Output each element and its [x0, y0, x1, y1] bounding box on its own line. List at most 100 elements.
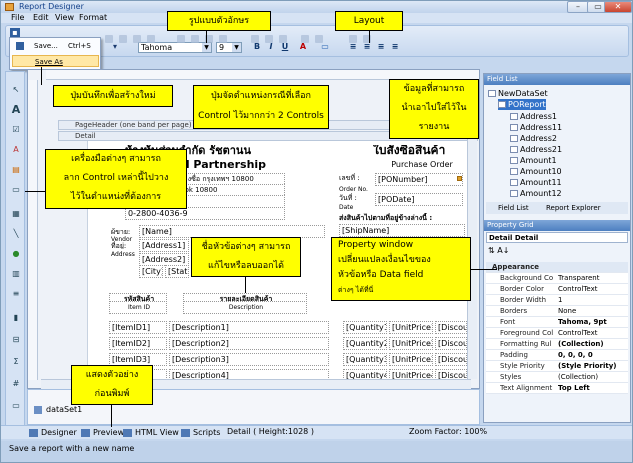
po-date-field[interactable]: [PODate] — [375, 193, 463, 206]
checkbox-tool-icon[interactable]: ☑ — [10, 124, 22, 136]
toolbar-dropdown-arrow[interactable]: ▾ — [110, 42, 120, 52]
sort-icons[interactable]: ⇅ A↓ — [488, 246, 509, 255]
layout-spacing-icon[interactable] — [191, 35, 199, 43]
tab-field-list[interactable]: Field List — [498, 202, 529, 214]
subreport-tool-icon[interactable]: Σ — [10, 356, 22, 368]
table-row-desc[interactable]: [Description3] — [169, 353, 329, 366]
table-row-disc[interactable]: [Discou — [435, 353, 467, 366]
layout-align-icon[interactable] — [147, 35, 155, 43]
layout-align-icon[interactable] — [119, 35, 127, 43]
property-row[interactable]: Foreground Col ControlText — [486, 328, 628, 339]
property-row[interactable]: Background Co Transparent — [486, 273, 628, 284]
menu-item-save[interactable]: Save... Ctrl+S — [12, 40, 99, 52]
richtext-tool-icon[interactable]: A — [10, 144, 22, 156]
property-row[interactable]: Font Tahoma, 9pt — [486, 317, 628, 328]
menu-view[interactable]: View — [55, 13, 74, 22]
panel-tool-icon[interactable]: ▭ — [10, 184, 22, 196]
crossband-tool-icon[interactable]: ▭ — [10, 400, 22, 412]
layout-order-icon[interactable] — [349, 35, 357, 43]
po-number-label[interactable]: เลขที่ : — [337, 173, 373, 184]
tree-item-field[interactable]: Amount10 — [510, 166, 562, 177]
tab-report-explorer[interactable]: Report Explorer — [546, 202, 601, 214]
ship-name-field[interactable]: [ShipName] — [339, 224, 465, 237]
property-row[interactable]: Border Color ControlText — [486, 284, 628, 295]
tab-html-view[interactable]: HTML View — [123, 427, 179, 439]
underline-button[interactable]: U — [280, 42, 290, 52]
layout-size-icon[interactable] — [265, 35, 273, 43]
table-row-disc[interactable]: [Discou — [435, 337, 467, 350]
tree-item-field[interactable]: Amount12 — [510, 188, 562, 199]
layout-align-icon[interactable] — [105, 35, 113, 43]
col-item-id-en[interactable]: Item ID — [109, 301, 167, 314]
layout-size-icon[interactable] — [251, 35, 259, 43]
property-row[interactable]: Text Alignment Top Left — [486, 383, 628, 394]
table-row-desc[interactable]: [Description1] — [169, 321, 329, 334]
vendor-address1-field[interactable]: [Address1] — [139, 239, 189, 252]
line-tool-icon[interactable]: ╲ — [10, 228, 22, 240]
label-tool-icon[interactable]: A — [10, 104, 22, 116]
tab-scripts[interactable]: Scripts — [181, 427, 220, 439]
dataset-label[interactable]: dataSet1 — [46, 405, 82, 414]
tree-item-field[interactable]: Address2 — [510, 133, 557, 144]
align-justify-icon[interactable]: ≡ — [390, 42, 400, 52]
border-color-icon[interactable]: ▭ — [320, 42, 330, 52]
table-row-qty[interactable]: [Quantity2] — [343, 337, 387, 350]
vendor-city-field[interactable]: [City] — [139, 265, 163, 278]
vendor-state-field[interactable]: [Stat — [165, 265, 189, 278]
tree-item-field[interactable]: Amount1 — [510, 155, 557, 166]
property-group[interactable]: Appearance — [486, 262, 628, 273]
ship-to-label[interactable]: ส่งสินค้าไปตามที่อยู่ข้างล่างนี้ : — [337, 213, 471, 224]
table-row-item[interactable]: [ItemID1] — [109, 321, 167, 334]
field-tag-icon[interactable] — [457, 176, 462, 181]
layout-align-icon[interactable] — [133, 35, 141, 43]
layout-order-icon[interactable] — [301, 35, 309, 43]
tab-preview[interactable]: Preview — [81, 427, 124, 439]
font-color-icon[interactable]: A — [298, 42, 308, 52]
shape-tool-icon[interactable]: ● — [10, 248, 22, 260]
menu-item-save-as[interactable]: Save As — [12, 55, 99, 67]
tree-item-field[interactable]: Address11 — [510, 122, 562, 133]
tab-designer[interactable]: Designer — [29, 427, 77, 439]
table-row-qty[interactable]: [Quantity1] — [343, 321, 387, 334]
italic-button[interactable]: I — [266, 42, 276, 52]
menu-format[interactable]: Format — [79, 13, 107, 22]
font-name-select[interactable]: Tahoma ▼ — [138, 42, 212, 53]
table-row-price[interactable]: [UnitPrice1] — [389, 321, 433, 334]
barcode-tool-icon[interactable]: ▥ — [10, 268, 22, 280]
menu-file[interactable]: File — [11, 13, 24, 22]
doc-title-th[interactable]: ใบสั่งซื้อสินค้า — [371, 145, 471, 156]
pagebreak-tool-icon[interactable]: ⊟ — [10, 334, 22, 346]
object-selector[interactable]: Detail Detail — [486, 232, 628, 243]
align-left-icon[interactable]: ≡ — [348, 42, 358, 52]
layout-size-icon[interactable] — [279, 35, 287, 43]
property-row[interactable]: Borders None — [486, 306, 628, 317]
tree-item-table[interactable]: POReport — [498, 99, 546, 110]
table-row-desc[interactable]: [Description2] — [169, 337, 329, 350]
col-description-en[interactable]: Description — [183, 301, 307, 314]
table-row-qty[interactable]: [Quantity3] — [343, 353, 387, 366]
table-row-price[interactable]: [UnitPrice3] — [389, 353, 433, 366]
address-label-en[interactable]: Address — [109, 249, 135, 260]
minimize-button[interactable]: – — [567, 1, 589, 13]
menu-edit[interactable]: Edit — [33, 13, 49, 22]
layout-spacing-icon[interactable] — [219, 35, 227, 43]
font-size-select[interactable]: 9 ▼ — [216, 42, 242, 53]
tree-item-field[interactable]: Amount11 — [510, 177, 562, 188]
layout-order-icon[interactable] — [315, 35, 323, 43]
align-center-icon[interactable]: ≡ — [362, 42, 372, 52]
doc-title-en[interactable]: Purchase Order — [371, 159, 471, 170]
close-button[interactable]: ✕ — [604, 1, 632, 13]
property-row[interactable]: Padding 0, 0, 0, 0 — [486, 350, 628, 361]
property-row[interactable]: Styles (Collection) — [486, 372, 628, 383]
tree-item-field[interactable]: Address1 — [510, 111, 557, 122]
pointer-icon[interactable]: ↖ — [10, 84, 22, 96]
chart-tool-icon[interactable]: ▮ — [10, 312, 22, 324]
table-row-price[interactable]: [UnitPrice2] — [389, 337, 433, 350]
table-row-item[interactable]: [ItemID2] — [109, 337, 167, 350]
zipcode-tool-icon[interactable]: ≡ — [10, 288, 22, 300]
picture-tool-icon[interactable]: ▤ — [10, 164, 22, 176]
property-row[interactable]: Style Priority (Style Priority) — [486, 361, 628, 372]
po-date-label-en[interactable]: Date — [337, 202, 373, 213]
pageinfo-tool-icon[interactable]: # — [10, 378, 22, 390]
property-row[interactable]: Border Width 1 — [486, 295, 628, 306]
